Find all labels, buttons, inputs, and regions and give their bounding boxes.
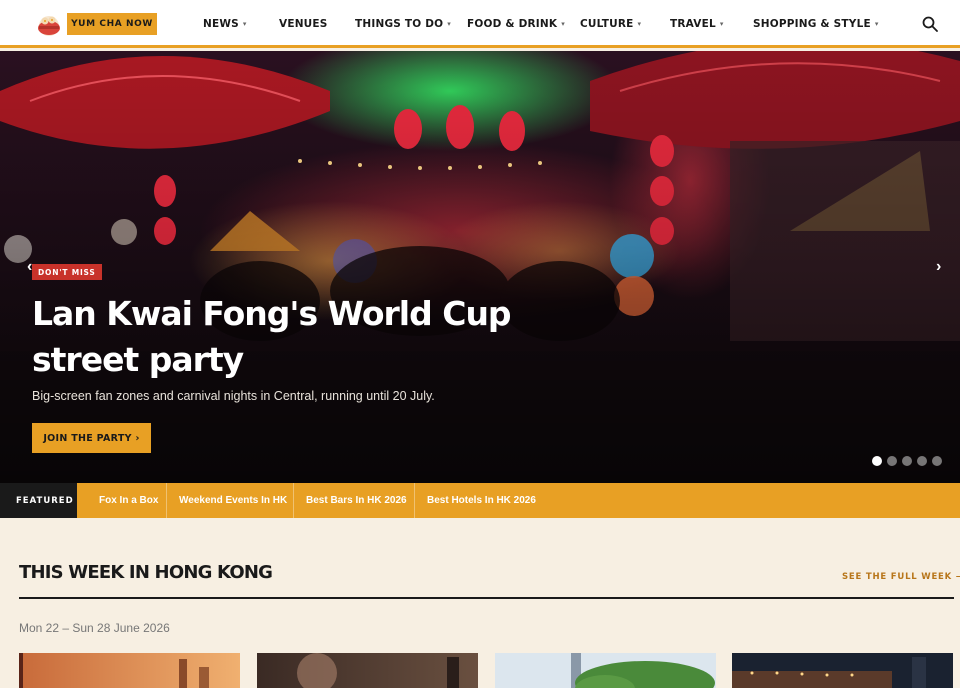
event-card-image[interactable] <box>732 653 953 688</box>
dont-miss-badge: DON'T MISS <box>32 264 102 280</box>
featured-link[interactable]: Best Bars In HK 2026 <box>306 483 407 518</box>
divider <box>166 483 167 518</box>
nav-shopping-style[interactable]: SHOPPING & STYLE ▾ <box>753 0 879 48</box>
nav-news-label: NEWS <box>203 18 239 30</box>
carousel-dot[interactable] <box>917 456 927 466</box>
site-header: YUM CHA NOW NEWS ▾ VENUES THINGS TO DO ▾ F… <box>0 0 960 48</box>
nav-food-drink-label: FOOD & DRINK <box>467 18 558 30</box>
hero-subtitle: Big-screen fan zones and carnival nights… <box>32 389 435 403</box>
event-card-image[interactable] <box>257 653 478 688</box>
carousel-dot[interactable] <box>872 456 882 466</box>
week-date-range: Mon 22 – Sun 28 June 2026 <box>19 621 170 635</box>
section-title: THIS WEEK IN HONG KONG <box>19 562 273 583</box>
carousel-dot[interactable] <box>902 456 912 466</box>
carousel-dot[interactable] <box>932 456 942 466</box>
divider <box>414 483 415 518</box>
see-full-week-link[interactable]: SEE THE FULL WEEK → <box>842 572 960 582</box>
nav-things-to-do[interactable]: THINGS TO DO ▾ <box>355 0 451 48</box>
chevron-down-icon: ▾ <box>242 20 247 28</box>
nav-travel[interactable]: TRAVEL ▾ <box>670 0 724 48</box>
chevron-down-icon: ▾ <box>447 20 451 28</box>
nav-venues-label: VENUES <box>279 18 328 30</box>
nav-food-drink[interactable]: FOOD & DRINK ▾ <box>467 0 565 48</box>
section-divider <box>19 597 954 599</box>
chevron-down-icon: ▾ <box>561 20 565 28</box>
event-card-image[interactable] <box>19 653 240 688</box>
carousel-next-button[interactable]: › <box>936 258 941 276</box>
featured-label: FEATURED <box>0 483 77 518</box>
nav-things-to-do-label: THINGS TO DO <box>355 18 444 30</box>
nav-shopping-style-label: SHOPPING & STYLE <box>753 18 871 30</box>
nav-venues[interactable]: VENUES <box>279 0 328 48</box>
divider <box>293 483 294 518</box>
dim-sum-basket-icon[interactable] <box>36 11 62 37</box>
nav-culture[interactable]: CULTURE ▾ <box>580 0 641 48</box>
nav-culture-label: CULTURE <box>580 18 634 30</box>
hero-overlay <box>0 51 960 483</box>
search-icon[interactable] <box>922 16 938 32</box>
featured-link[interactable]: Weekend Events In HK <box>179 483 287 518</box>
join-the-party-button[interactable]: JOIN THE PARTY › <box>32 423 151 453</box>
chevron-down-icon: ▾ <box>637 20 642 28</box>
featured-link[interactable]: Fox In a Box <box>99 483 158 518</box>
nav-news[interactable]: NEWS ▾ <box>203 0 247 48</box>
event-card-image[interactable] <box>495 653 716 688</box>
hero-title[interactable]: Lan Kwai Fong's World Cup street party <box>32 291 552 383</box>
carousel-dots <box>872 456 942 466</box>
hero-carousel: ‹ › DON'T MISS Lan Kwai Fong's World Cup… <box>0 51 960 483</box>
chevron-down-icon: ▾ <box>874 20 879 28</box>
nav-travel-label: TRAVEL <box>670 18 716 30</box>
chevron-down-icon: ▾ <box>719 20 724 28</box>
carousel-dot[interactable] <box>887 456 897 466</box>
featured-link[interactable]: Best Hotels In HK 2026 <box>427 483 536 518</box>
featured-strip: FEATURED Fox In a Box Weekend Events In … <box>0 483 960 518</box>
brand-button[interactable]: YUM CHA NOW <box>67 13 157 35</box>
